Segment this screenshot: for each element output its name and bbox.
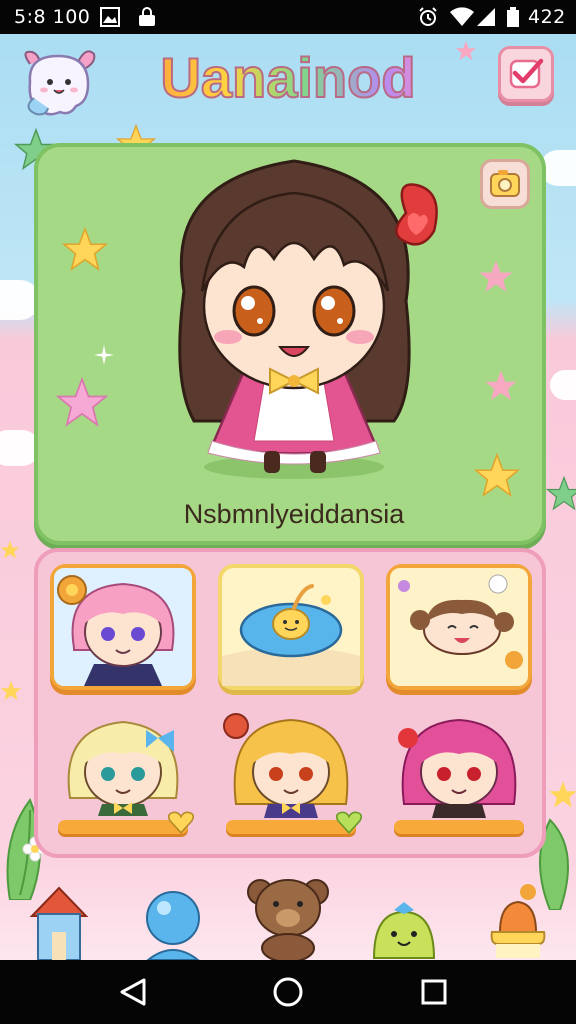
collection-item-smiling-face-food[interactable]	[386, 564, 532, 690]
collection-item-pink-hair-girl[interactable]	[50, 564, 196, 690]
heart-icon	[336, 811, 362, 834]
home-icon	[273, 977, 303, 1007]
collection-item-magenta-hair-girl[interactable]	[386, 708, 532, 834]
character-collection-panel	[34, 548, 546, 858]
bear-icon[interactable]	[240, 874, 336, 960]
camera-button[interactable]	[480, 159, 530, 209]
check-button[interactable]	[498, 46, 554, 102]
featured-character-name: Nsbmnlyeiddansia	[183, 499, 405, 529]
star-icon	[474, 453, 520, 499]
app-title: Uanainod	[130, 40, 446, 116]
star-icon	[0, 540, 20, 560]
item-progress-bar	[394, 820, 524, 834]
star-icon	[548, 780, 576, 810]
star-icon	[546, 476, 576, 512]
signal-icon	[476, 7, 496, 27]
checkmark-icon	[509, 58, 544, 89]
blue-balloon-icon[interactable]	[138, 888, 208, 960]
star-icon	[478, 259, 514, 295]
recents-icon	[421, 979, 447, 1005]
recents-button[interactable]	[414, 972, 454, 1012]
status-bar: 5:8 100 422	[0, 0, 576, 34]
battery-percent: 422	[528, 6, 566, 28]
house-icon[interactable]	[26, 880, 92, 960]
featured-character-card[interactable]: Nsbmnlyeiddansia	[34, 143, 546, 545]
battery-icon	[506, 7, 520, 27]
collection-item-golden-hair-girl[interactable]	[218, 708, 364, 834]
wifi-icon	[449, 7, 475, 27]
magenta-hair-girl-portrait	[398, 718, 517, 818]
collection-item-blue-fish-dish[interactable]	[218, 564, 364, 690]
pink-hair-girl-portrait	[54, 568, 192, 686]
gallery-icon	[100, 7, 120, 27]
cake-icon[interactable]	[486, 882, 550, 960]
back-button[interactable]	[114, 972, 154, 1012]
alarm-icon	[418, 7, 438, 27]
blue-fish-dish-icon	[222, 584, 360, 686]
sparkle-icon	[94, 345, 114, 365]
status-time: 5:8 100	[14, 6, 91, 28]
ghost-mascot-icon[interactable]	[16, 42, 100, 120]
slime-icon[interactable]	[368, 898, 440, 960]
star-icon	[455, 40, 477, 62]
star-icon	[484, 369, 518, 403]
star-icon	[0, 680, 22, 702]
star-icon	[62, 227, 108, 273]
featured-character-illustration	[144, 141, 444, 481]
system-navigation-bar	[0, 960, 576, 1024]
heart-icon	[168, 811, 194, 834]
lock-icon	[137, 7, 157, 27]
back-icon	[120, 978, 146, 1006]
home-button[interactable]	[268, 972, 308, 1012]
camera-icon	[490, 170, 520, 197]
smiling-face-food-icon	[390, 568, 528, 686]
cloud	[550, 370, 576, 400]
collection-item-blonde-teal-eyes-girl[interactable]	[50, 708, 196, 834]
star-icon	[56, 377, 108, 429]
